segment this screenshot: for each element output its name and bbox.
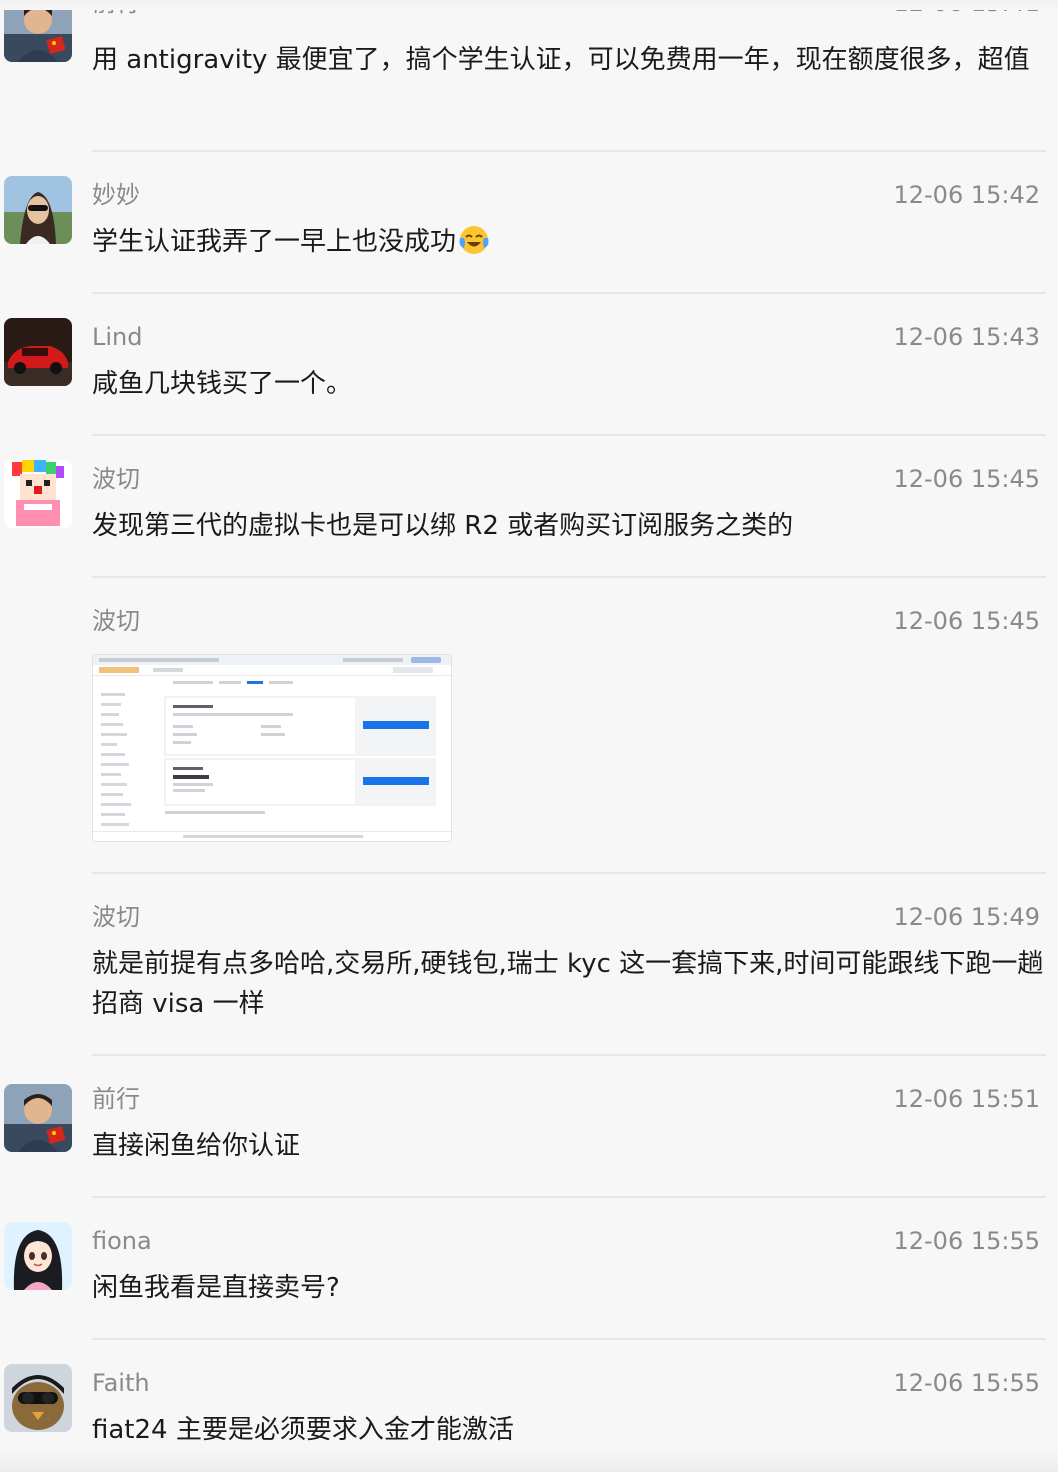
message-divider xyxy=(92,292,1046,294)
red-sports-car-avatar-icon[interactable] xyxy=(4,318,72,386)
payment-settings-screenshot-thumbnail[interactable] xyxy=(92,654,452,842)
message-time: 12-06 15:55 xyxy=(893,1227,1040,1255)
top-edge-shadow xyxy=(0,0,1058,10)
sender-name: fiona xyxy=(92,1227,152,1255)
message-text: 发现第三代的虚拟卡也是可以绑 R2 或者购买订阅服务之类的 xyxy=(92,511,794,541)
chat-message-list: 前行 12-06 15:41 用 antigravity 最便宜了，搞个学生认证… xyxy=(0,0,1058,1472)
message-item: fiona 12-06 15:55 闲鱼我看是直接卖号? xyxy=(0,1222,1058,1338)
message-time: 12-06 15:45 xyxy=(893,465,1040,493)
message-text: 用 antigravity 最便宜了，搞个学生认证，可以免费用一年，现在额度很多… xyxy=(92,45,1030,75)
sender-name: 波切 xyxy=(92,607,140,635)
message-item: 前行 12-06 15:41 用 antigravity 最便宜了，搞个学生认证… xyxy=(0,0,1058,152)
message-item: 妙妙 12-06 15:42 学生认证我弄了一早上也没成功 xyxy=(0,176,1058,292)
man-avatar-icon[interactable] xyxy=(4,1084,72,1152)
crying-laughing-emoji-icon xyxy=(459,226,489,254)
message-item: 前行 12-06 15:51 直接闲鱼给你认证 xyxy=(0,1080,1058,1196)
sender-name: 妙妙 xyxy=(92,181,140,209)
bottom-edge-shadow xyxy=(0,1450,1058,1472)
message-text: 直接闲鱼给你认证 xyxy=(92,1131,301,1161)
message-text: fiat24 主要是必须要求入金才能激活 xyxy=(92,1415,514,1445)
message-divider xyxy=(92,576,1046,578)
sender-name: Faith xyxy=(92,1369,150,1397)
message-item: 波切 12-06 15:45 xyxy=(0,602,1058,872)
message-time: 12-06 15:43 xyxy=(893,323,1040,351)
message-time: 12-06 15:51 xyxy=(893,1085,1040,1113)
message-text: 闲鱼我看是直接卖号? xyxy=(92,1273,340,1303)
message-time: 12-06 15:55 xyxy=(893,1369,1040,1397)
pixel-clown-avatar-icon[interactable] xyxy=(4,460,72,528)
sender-name: 波切 xyxy=(92,903,140,931)
message-divider xyxy=(92,1338,1046,1340)
message-divider xyxy=(92,872,1046,874)
message-divider xyxy=(92,1196,1046,1198)
message-divider xyxy=(92,1054,1046,1056)
anime-girl-avatar-icon[interactable] xyxy=(4,1222,72,1290)
sender-name: 前行 xyxy=(92,1085,140,1113)
message-time: 12-06 15:45 xyxy=(893,607,1040,635)
message-time: 12-06 15:49 xyxy=(893,903,1040,931)
sender-name: Lind xyxy=(92,323,143,351)
message-divider xyxy=(92,434,1046,436)
message-time: 12-06 15:42 xyxy=(893,181,1040,209)
message-text: 学生认证我弄了一早上也没成功 xyxy=(92,222,1050,262)
message-divider xyxy=(92,150,1046,152)
sunglasses-bird-avatar-icon[interactable] xyxy=(4,1364,72,1432)
message-text-content: 学生认证我弄了一早上也没成功 xyxy=(92,227,457,257)
woman-sunglasses-avatar-icon[interactable] xyxy=(4,176,72,244)
message-item: Lind 12-06 15:43 咸鱼几块钱买了一个。 xyxy=(0,318,1058,434)
message-item: 波切 12-06 15:49 就是前提有点多哈哈,交易所,硬钱包,瑞士 kyc … xyxy=(0,898,1058,1054)
sender-name: 波切 xyxy=(92,465,140,493)
message-text: 咸鱼几块钱买了一个。 xyxy=(92,369,353,399)
message-text: 就是前提有点多哈哈,交易所,硬钱包,瑞士 kyc 这一套搞下来,时间可能跟线下跑… xyxy=(92,949,1044,1019)
message-item: 波切 12-06 15:45 发现第三代的虚拟卡也是可以绑 R2 或者购买订阅服… xyxy=(0,460,1058,576)
